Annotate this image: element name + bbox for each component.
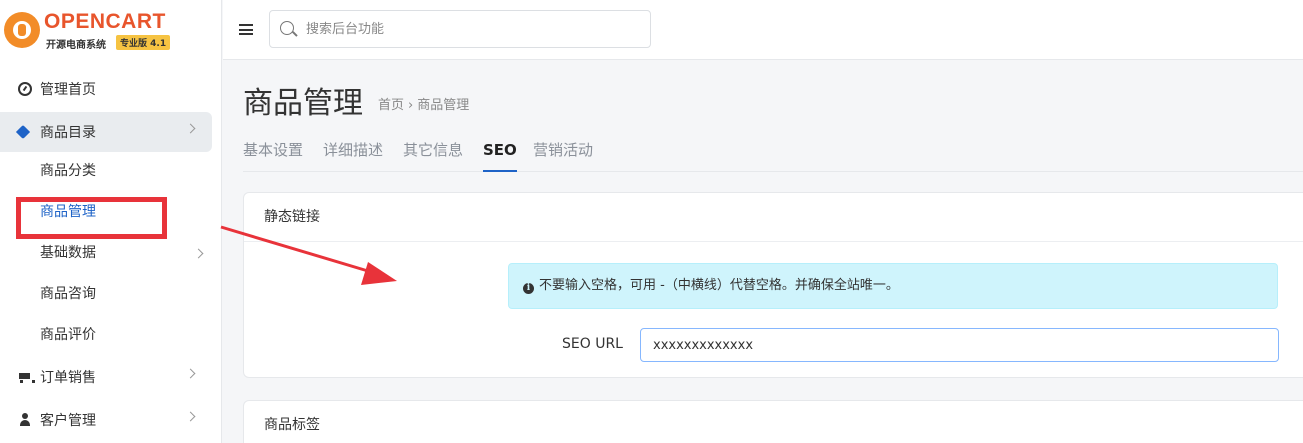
app-root: OPENCART 开源电商系统 专业版 4.1 管理首页 商品目录 商品分类 商…	[0, 0, 1303, 443]
sidebar-item-label: 客户管理	[40, 413, 96, 429]
tab-basic[interactable]: 基本设置	[243, 140, 303, 172]
breadcrumb-home[interactable]: 首页	[378, 98, 404, 113]
logo[interactable]: OPENCART 开源电商系统 专业版 4.1	[0, 6, 222, 56]
card-title: 商品标签	[244, 401, 1303, 443]
cart-icon	[18, 370, 35, 384]
page-title: 商品管理	[243, 86, 363, 121]
breadcrumb-separator: ›	[408, 98, 414, 113]
sidebar-item-label: 商品目录	[40, 125, 96, 141]
breadcrumb-current: 商品管理	[417, 98, 470, 113]
seo-url-input[interactable]	[640, 328, 1279, 362]
logo-brand: OPENCART	[44, 10, 166, 33]
sidebar-item-catalog[interactable]: 商品目录	[0, 112, 212, 152]
search-box	[269, 10, 651, 48]
breadcrumb: 首页 › 商品管理	[378, 94, 469, 113]
alert-text: 不要输入空格，可用 -（中横线）代替空格。并确保全站唯一。	[539, 278, 899, 293]
chevron-right-icon	[185, 123, 196, 134]
topbar	[223, 0, 1303, 60]
logo-subtitle: 开源电商系统	[46, 40, 106, 51]
tags-icon	[18, 125, 32, 139]
sidebar-subitem-inquiry[interactable]: 商品咨询	[40, 279, 210, 309]
info-icon: i	[523, 283, 534, 294]
seo-url-label: SEO URL	[562, 336, 623, 352]
chevron-right-icon	[193, 248, 204, 259]
tab-other[interactable]: 其它信息	[403, 140, 463, 172]
opencart-logo-icon	[4, 12, 40, 48]
tags-card: 商品标签	[243, 400, 1303, 443]
card-title: 静态链接	[244, 193, 1303, 242]
dashboard-icon	[18, 82, 32, 96]
sidebar-subitem-review[interactable]: 商品评价	[40, 320, 210, 350]
chevron-right-icon	[185, 368, 196, 379]
tab-marketing[interactable]: 营销活动	[533, 140, 593, 172]
info-alert: i 不要输入空格，可用 -（中横线）代替空格。并确保全站唯一。	[508, 263, 1278, 309]
sidebar-item-dashboard[interactable]: 管理首页	[0, 69, 212, 109]
edition-badge: 专业版 4.1	[116, 35, 171, 50]
sidebar-subitem-basic-data[interactable]: 基础数据	[40, 238, 210, 268]
tab-description[interactable]: 详细描述	[323, 140, 383, 172]
user-icon	[18, 413, 32, 427]
sidebar-item-customers[interactable]: 客户管理	[0, 400, 212, 440]
highlight-box	[16, 197, 167, 239]
tab-bar: 基本设置 详细描述 其它信息 SEO 营销活动	[243, 140, 1303, 172]
sidebar-subitem-label: 基础数据	[40, 245, 96, 261]
sidebar-item-label: 订单销售	[40, 370, 96, 386]
chevron-right-icon	[185, 411, 196, 422]
search-input[interactable]	[306, 19, 636, 39]
sidebar-item-label: 管理首页	[40, 82, 96, 98]
sidebar-item-orders[interactable]: 订单销售	[0, 357, 212, 397]
seo-card: 静态链接 i 不要输入空格，可用 -（中横线）代替空格。并确保全站唯一。 SEO …	[243, 192, 1303, 378]
tab-seo[interactable]: SEO	[483, 140, 517, 172]
sidebar-subitem-category[interactable]: 商品分类	[40, 156, 210, 186]
menu-toggle-icon[interactable]	[239, 24, 253, 35]
search-icon	[280, 21, 294, 35]
